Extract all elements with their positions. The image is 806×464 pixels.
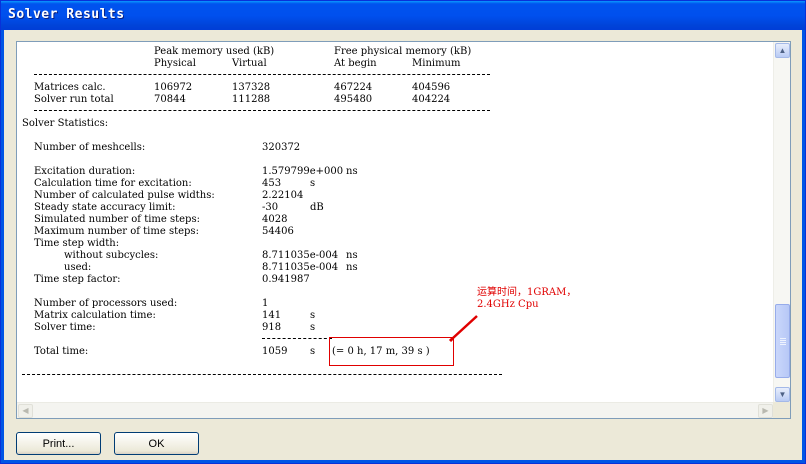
table-row-label: Matrices calc.: [34, 82, 106, 93]
stat-label: Simulated number of time steps:: [34, 214, 200, 225]
ok-button[interactable]: OK: [114, 432, 199, 455]
end-divider: [22, 374, 502, 375]
stat-value: 1059: [262, 346, 288, 357]
annotation-line-1: 运算时间，1GRAM，: [477, 287, 577, 298]
table-cell: 111288: [232, 94, 271, 105]
stat-label: Maximum number of time steps:: [34, 226, 199, 237]
vertical-scroll-thumb[interactable]: [775, 304, 790, 378]
stat-value: 8.711035e-004: [262, 250, 339, 261]
scroll-left-button[interactable]: ◀: [18, 404, 33, 418]
stat-unit: dB: [310, 202, 324, 213]
stat-unit: ns: [346, 262, 358, 273]
horizontal-scrollbar[interactable]: ◀ ▶: [17, 402, 774, 418]
scroll-right-button[interactable]: ▶: [758, 404, 773, 418]
stat-value: 141: [262, 310, 282, 321]
scroll-down-button[interactable]: ▼: [775, 387, 790, 402]
stat-label: Time step width:: [34, 238, 120, 249]
stat-unit: ns: [346, 250, 358, 261]
stat-value: 8.711035e-004: [262, 262, 339, 273]
stat-label: Solver time:: [34, 322, 96, 333]
sum-divider: [262, 338, 332, 339]
chevron-left-icon: ◀: [22, 406, 29, 415]
vertical-scrollbar[interactable]: ▲ ▼: [773, 42, 790, 403]
virtual-header: Virtual: [232, 58, 267, 69]
annotation-line-2: 2.4GHz Cpu: [477, 299, 539, 310]
stat-value: 54406: [262, 226, 294, 237]
physical-header: Physical: [154, 58, 196, 69]
stat-label: Time step factor:: [34, 274, 121, 285]
window-title: Solver Results: [8, 7, 125, 22]
stat-value: -30: [262, 202, 279, 213]
free-memory-header: Free physical memory (kB): [334, 46, 472, 57]
chevron-up-icon: ▲: [778, 46, 787, 55]
stat-unit: s: [310, 310, 316, 321]
stat-label: Number of processors used:: [34, 298, 178, 309]
stat-label: Number of meshcells:: [34, 142, 146, 153]
stat-label: without subcycles:: [64, 250, 159, 261]
stat-value: 918: [262, 322, 282, 333]
chevron-down-icon: ▼: [778, 390, 787, 399]
stat-value: 4028: [262, 214, 288, 225]
results-text-panel[interactable]: Peak memory used (kB) Free physical memo…: [16, 41, 791, 419]
scrollbar-corner: [773, 402, 790, 418]
solver-results-window: Solver Results Peak memory used (kB) Fre…: [0, 0, 806, 464]
minimum-header: Minimum: [412, 58, 461, 69]
stat-unit: s: [310, 178, 316, 189]
stat-label: Number of calculated pulse widths:: [34, 190, 215, 201]
scroll-up-button[interactable]: ▲: [775, 43, 790, 58]
stat-label: used:: [64, 262, 92, 273]
table-row-label: Solver run total: [34, 94, 114, 105]
window-frame-right: [802, 30, 805, 463]
stat-label: Total time:: [34, 346, 89, 357]
stat-label: Steady state accuracy limit:: [34, 202, 176, 213]
peak-memory-header: Peak memory used (kB): [154, 46, 275, 57]
print-button[interactable]: Print...: [16, 432, 101, 455]
annotation-note: 运算时间，1GRAM， 2.4GHz Cpu: [477, 287, 576, 311]
stat-value: 2.22104: [262, 190, 304, 201]
results-content: Peak memory used (kB) Free physical memo…: [17, 42, 774, 403]
table-cell: 404224: [412, 94, 451, 105]
at-begin-header: At begin: [334, 58, 377, 69]
total-time-highlight-box: [329, 337, 454, 366]
table-cell: 467224: [334, 82, 373, 93]
table-cell: 106972: [154, 82, 193, 93]
stat-value: 320372: [262, 142, 301, 153]
table-divider-top: [34, 74, 490, 75]
stat-value: 1.579799e+000: [262, 166, 344, 177]
stat-value: 1: [262, 298, 269, 309]
table-cell: 495480: [334, 94, 373, 105]
stat-value: 453: [262, 178, 282, 189]
window-frame-left: [1, 30, 4, 463]
table-cell: 137328: [232, 82, 271, 93]
annotation-arrow: [448, 315, 478, 343]
table-divider-bottom: [34, 110, 490, 111]
stat-label: Matrix calculation time:: [34, 310, 156, 321]
stat-value: 0.941987: [262, 274, 310, 285]
stat-label: Calculation time for excitation:: [34, 178, 192, 189]
window-frame-bottom: [1, 460, 805, 463]
stat-unit: ns: [346, 166, 358, 177]
table-cell: 404596: [412, 82, 451, 93]
stat-unit: s: [310, 322, 316, 333]
title-bar[interactable]: Solver Results: [1, 1, 805, 30]
stat-unit: s: [310, 346, 316, 357]
stat-label: Excitation duration:: [34, 166, 136, 177]
table-cell: 70844: [154, 94, 186, 105]
chevron-right-icon: ▶: [762, 406, 769, 415]
solver-statistics-heading: Solver Statistics:: [22, 118, 109, 129]
